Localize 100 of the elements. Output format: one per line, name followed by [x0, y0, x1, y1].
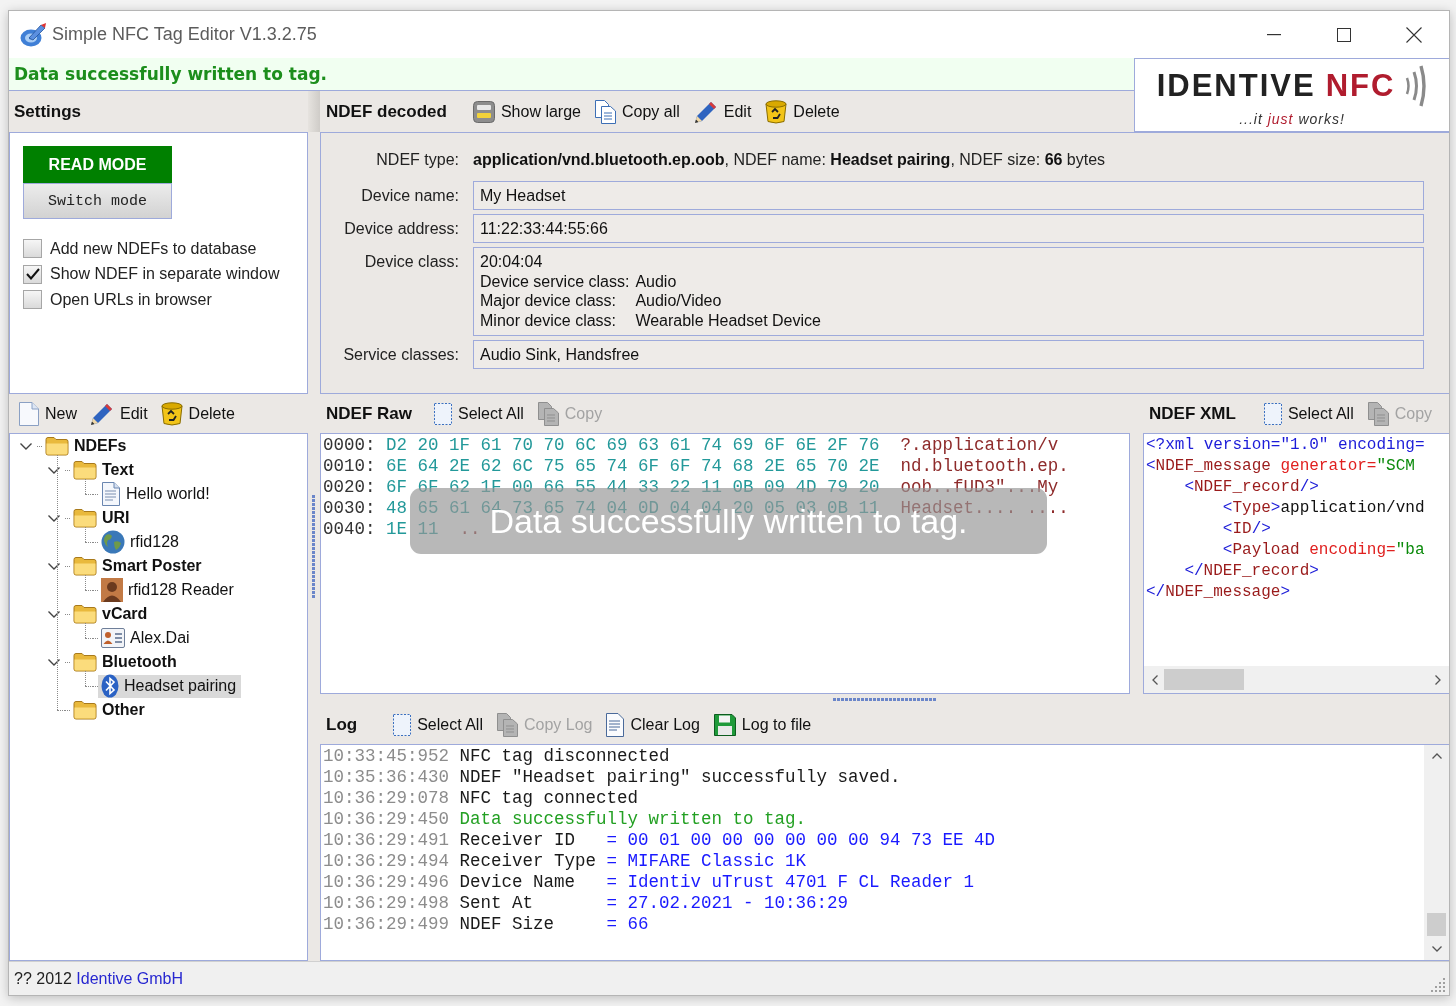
document-icon	[101, 482, 121, 506]
copyright-text: ?? 2012 Identive GmbH	[14, 969, 184, 988]
detail-value: Wearable Headset Device	[635, 310, 821, 330]
trash-bin-icon	[765, 99, 788, 124]
delete-button[interactable]: Delete	[765, 97, 840, 126]
checkmark-icon	[25, 268, 40, 281]
xml-line: <Type>application/vnd	[1221, 498, 1425, 519]
log-timestamp: 10:36:29:499	[323, 914, 450, 935]
delete-button[interactable]: Delete	[160, 399, 235, 428]
tree-item[interactable]: Hello world!	[98, 482, 215, 506]
value-field[interactable]: 20:04:04 Device service class: Audio Major device class: Audio/Video Minor device class: Wearable Headset Device	[473, 247, 1424, 336]
chevron-down-icon[interactable]	[48, 658, 60, 666]
log-field-value: = 27.02.2021 - 10:36:29	[606, 893, 849, 914]
new-button[interactable]: New	[19, 399, 77, 428]
tree-item[interactable]: Text	[70, 458, 139, 482]
ndef-tile-icon	[472, 100, 495, 123]
chevron-down-icon[interactable]	[1431, 946, 1442, 952]
log-field-value: = MIFARE Classic 1K	[606, 851, 807, 872]
tree-item[interactable]: Other	[70, 698, 150, 722]
vertical-scrollbar[interactable]	[1424, 745, 1449, 960]
detail-label: Device service class:	[480, 271, 630, 291]
edit-button[interactable]: Edit	[693, 97, 752, 126]
tree-item[interactable]: Smart Poster	[70, 554, 207, 578]
value-field[interactable]: My Headset	[473, 181, 1424, 210]
scroll-thumb[interactable]	[1164, 669, 1244, 690]
copy-pages-icon	[537, 401, 559, 426]
chevron-right-icon[interactable]	[1435, 674, 1441, 685]
grip-dots-icon[interactable]	[312, 495, 316, 598]
select-all-button[interactable]: Select All	[433, 399, 524, 428]
pencil-icon	[693, 99, 718, 124]
value-field[interactable]: 11:22:33:44:55:66	[473, 214, 1424, 243]
pane-title: Log	[326, 715, 358, 735]
folder-icon	[73, 700, 97, 720]
log-timestamp: 10:36:29:078	[323, 788, 450, 809]
grip-dots-icon[interactable]	[833, 698, 936, 702]
page-lines-icon	[606, 713, 625, 737]
folder-icon	[45, 436, 69, 456]
log-field-label: Sent At	[459, 893, 534, 913]
tree-item[interactable]: Bluetooth	[70, 650, 182, 674]
scroll-thumb[interactable]	[1427, 913, 1446, 936]
checkbox[interactable]	[23, 264, 42, 284]
checkbox[interactable]	[23, 239, 42, 259]
select-all-button[interactable]: Select All	[1263, 399, 1354, 428]
trash-bin-icon	[160, 401, 183, 426]
detail-label: Minor device class:	[480, 310, 618, 330]
field-label: Service classes:	[343, 345, 459, 365]
dashed-page-icon	[393, 714, 412, 736]
log-field-label: Receiver Type	[459, 851, 597, 871]
xml-line: <ID/>	[1221, 519, 1271, 540]
hex-offset: 0000:	[323, 435, 376, 456]
save-log-button[interactable]: Log to file	[713, 711, 812, 739]
tree-item[interactable]: rfid128 Reader	[98, 578, 239, 602]
company-link[interactable]: Identive GmbH	[76, 969, 184, 987]
portrait-icon	[101, 578, 123, 602]
chevron-down-icon[interactable]	[48, 562, 60, 570]
checkbox[interactable]	[23, 290, 42, 310]
pane-title: NDEF XML	[1149, 403, 1236, 424]
edit-button[interactable]: Edit	[90, 399, 148, 428]
log-message: Data successfully written to tag.	[459, 809, 807, 830]
hex-offset: 0020:	[323, 477, 376, 498]
tree-item[interactable]: vCard	[70, 602, 153, 626]
copy-pages-icon	[594, 99, 616, 124]
resize-grip-icon[interactable]	[1431, 978, 1445, 992]
tree-item[interactable]: Headset pairing	[98, 674, 242, 698]
dashed-page-icon	[1263, 402, 1282, 425]
switch-mode-button[interactable]: Switch mode	[23, 183, 172, 219]
tree-item[interactable]: URI	[70, 506, 135, 530]
horizontal-scrollbar[interactable]	[1144, 666, 1449, 693]
select-all-button[interactable]: Select All	[393, 711, 483, 739]
tree-item[interactable]: NDEFs	[42, 434, 132, 458]
tree-item[interactable]: Alex.Dai	[98, 626, 195, 650]
chevron-left-icon[interactable]	[1152, 674, 1158, 685]
logo-wordmark: IDENTIVE	[1156, 70, 1316, 101]
log-message: NFC tag connected	[459, 788, 639, 809]
detail-value: Audio/Video	[635, 291, 723, 311]
folder-icon	[73, 604, 97, 624]
mode-indicator: READ MODE	[23, 146, 172, 183]
clear-log-button[interactable]: Clear Log	[606, 711, 700, 739]
xml-line: <NDEF_message generator="SCM	[1146, 456, 1415, 477]
chevron-down-icon[interactable]	[48, 610, 60, 618]
chevron-down-icon[interactable]	[20, 442, 32, 450]
log-field-label: NDEF Size	[459, 914, 555, 934]
pane-title: NDEF decoded	[326, 101, 447, 122]
chevron-down-icon[interactable]	[48, 466, 60, 474]
log-timestamp: 10:36:29:498	[323, 893, 450, 914]
detail-label: Major device class:	[480, 291, 618, 311]
log-timestamp: 10:36:29:494	[323, 851, 450, 872]
hex-offset: 0030:	[323, 498, 376, 519]
dashed-page-icon	[433, 402, 452, 425]
chevron-down-icon[interactable]	[48, 514, 60, 522]
value-field[interactable]: Audio Sink, Handsfree	[473, 340, 1424, 369]
show-large-button[interactable]: Show large	[472, 97, 581, 126]
tree-item[interactable]: rfid128	[98, 530, 184, 554]
field-label: Device address:	[344, 219, 459, 239]
log-timestamp: 10:36:29:450	[323, 809, 450, 830]
field-label: Device name:	[361, 186, 459, 206]
hex-ascii: oob..fUD3"...My	[900, 477, 1059, 498]
copy-button[interactable]: Copy all	[594, 97, 680, 126]
chevron-up-icon[interactable]	[1431, 753, 1442, 759]
log-timestamp: 10:36:29:491	[323, 830, 450, 851]
